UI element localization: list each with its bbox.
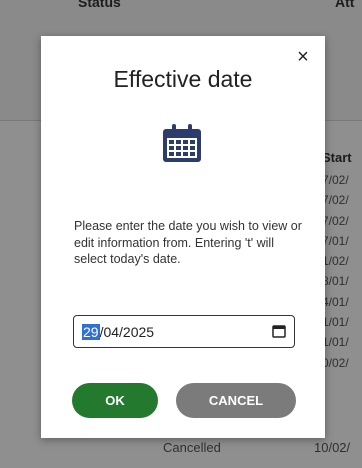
date-picker-icon[interactable]	[272, 325, 286, 338]
instruction-text: Please enter the date you wish to view o…	[74, 219, 302, 266]
calendar-icon	[163, 124, 201, 162]
effective-date-dialog: × Effective date Please enter the date y…	[41, 36, 325, 438]
ok-button[interactable]: OK	[72, 383, 158, 418]
date-day-segment: 29	[82, 324, 100, 340]
effective-date-input[interactable]: 29/04/2025	[73, 315, 295, 348]
date-rest-segment: /04/2025	[99, 324, 155, 340]
cancel-button[interactable]: CANCEL	[176, 383, 296, 418]
close-button[interactable]: ×	[292, 46, 314, 68]
date-value: 29/04/2025	[82, 324, 154, 340]
dialog-title: Effective date	[113, 66, 253, 92]
